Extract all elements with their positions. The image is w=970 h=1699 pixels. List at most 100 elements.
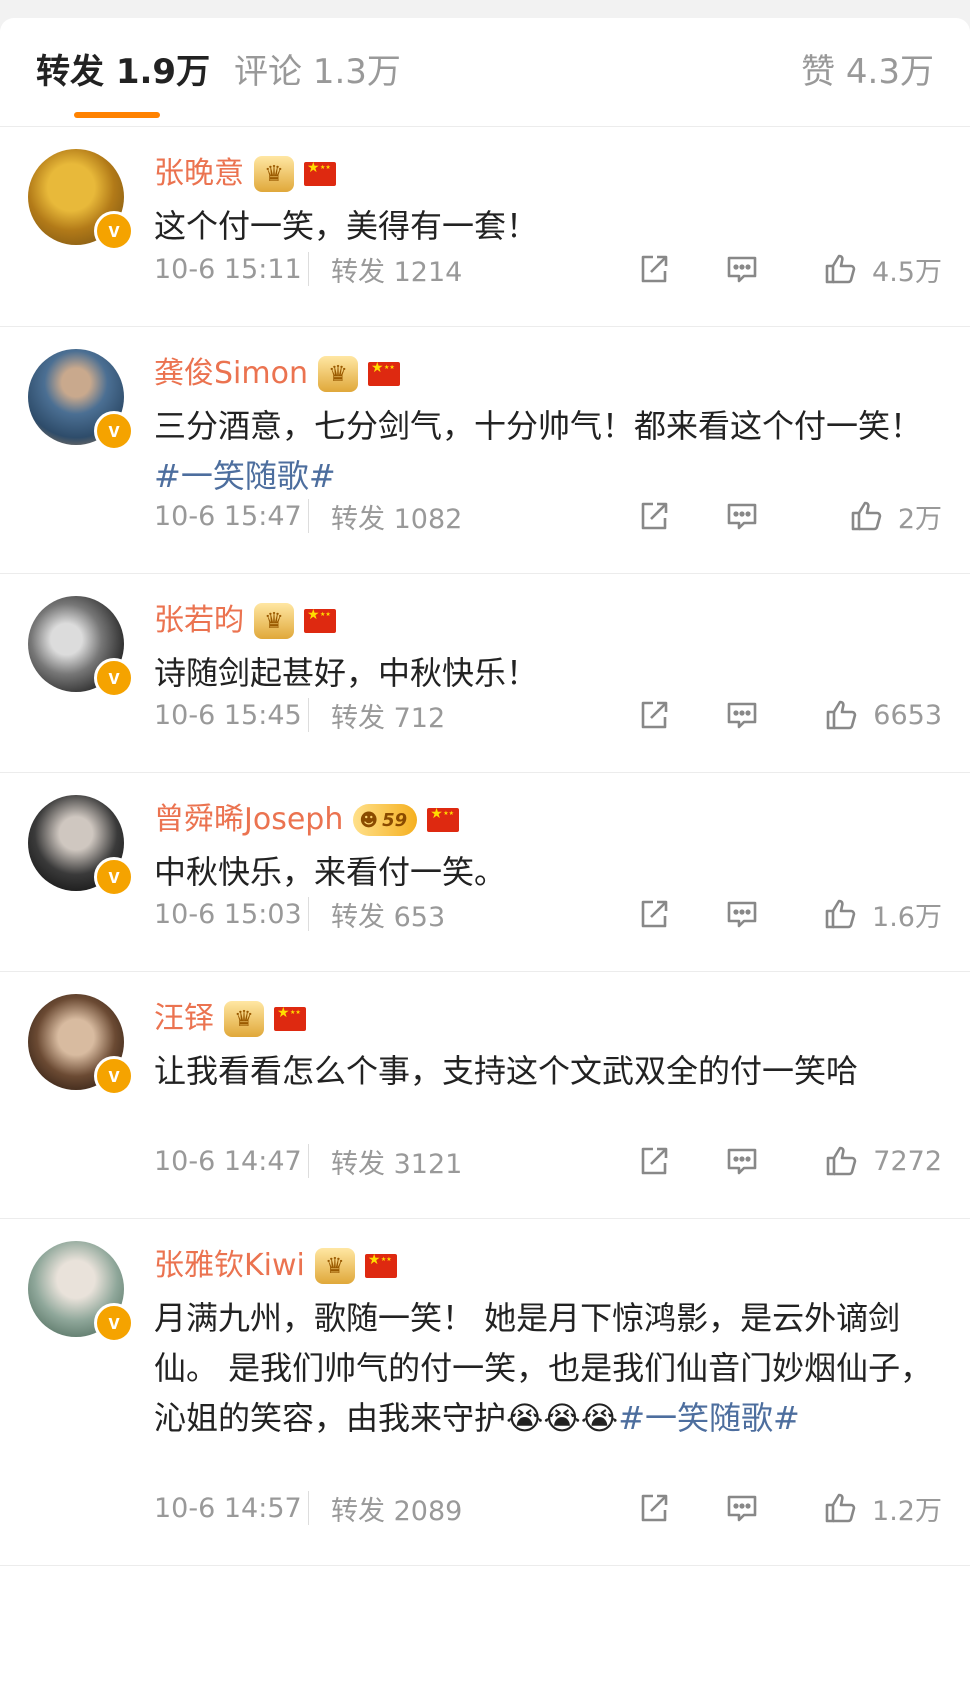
tab-bar: 转发 1.9万 评论 1.3万 赞 4.3万 [0,18,970,127]
avatar[interactable]: v [28,149,134,251]
crown-badge-icon[interactable]: ♛ [317,356,358,392]
share-icon[interactable] [636,896,672,932]
meta-row: 10-6 15:45 转发 712 6653 [154,695,942,735]
repost-item: v 龚俊Simon♛ 三分酒意，七分剑气，十分帅气！都来看这个付一笑！ #一笑随歌# 1… [0,327,970,574]
like-button[interactable]: 1.2万 [818,1489,942,1528]
repost-text[interactable]: 这个付一笑，美得有一套！ [154,201,934,251]
comment-icon[interactable] [724,1143,760,1179]
comment-icon[interactable] [724,251,760,287]
username[interactable]: 张晚意 [154,152,244,196]
repost-count-value: 1214 [393,256,463,288]
timestamp: 10-6 14:47 [154,1145,302,1177]
share-icon[interactable] [636,1490,672,1526]
china-flag-icon [367,360,400,386]
repost-text[interactable]: 诗随剑起甚好，中秋快乐！ [154,648,934,698]
repost-count-value: 1082 [393,503,463,535]
like-count: 4.5万 [872,256,942,288]
like-count: 1.2万 [872,1495,942,1527]
repost-item: v 张雅钦Kiwi♛ 月满九州，歌随一笑！ 她是月下惊鸿影，是云外谪剑仙。 是我们帅… [0,1219,970,1566]
china-flag-icon [304,160,336,186]
share-icon[interactable] [636,697,672,733]
like-button[interactable]: 7272 [818,1143,942,1179]
level-badge-icon[interactable]: ☻ 59 [353,804,418,836]
repost-text[interactable]: 让我看看怎么个事，支持这个文武双全的付一笑哈 [154,1046,934,1096]
tab-comments[interactable]: 评论 1.3万 [234,52,401,92]
tab-reposts[interactable]: 转发 1.9万 [36,52,210,92]
timestamp: 10-6 15:03 [154,898,302,930]
like-count: 1.6万 [872,901,942,933]
timestamp: 10-6 14:57 [154,1492,302,1524]
username[interactable]: 曾舜晞Joseph [154,798,343,842]
like-button[interactable]: 4.5万 [818,250,942,289]
meta-row: 10-6 15:47 转发 1082 2万 [154,496,942,536]
hashtag-link[interactable]: #一笑随歌# [154,457,336,495]
comment-icon[interactable] [724,896,760,932]
repost-list: v张晚意♛这个付一笑，美得有一套！10-6 15:11转发 12144.5万v龚… [0,127,970,1566]
like-button[interactable]: 1.6万 [818,895,942,934]
divider [308,897,309,931]
tab-comments-label: 评论 [234,52,302,92]
like-icon [822,896,858,932]
avatar[interactable]: v [28,994,134,1096]
repost-body: 让我看看怎么个事，支持这个文武双全的付一笑哈 [154,1052,859,1090]
china-flag-icon [274,1005,306,1031]
username[interactable]: 汪铎 [154,997,214,1041]
share-icon[interactable] [636,1143,672,1179]
name-line: 张雅钦Kiwi ♛ [154,1243,397,1289]
action-icons: 1.6万 [636,895,942,934]
timestamp: 10-6 15:45 [154,699,302,731]
tab-likes[interactable]: 赞 4.3万 [801,52,934,92]
like-button[interactable]: 6653 [818,697,942,733]
name-line: 龚俊Simon ♛ [154,351,400,397]
china-flag-icon [304,607,336,633]
repost-count: 转发 1082 [331,497,462,536]
crown-badge-icon[interactable]: ♛ [254,603,294,639]
verified-v-icon: v [94,1056,134,1096]
name-line: 张若昀 ♛ [154,598,336,644]
astronaut-icon: ☻ [359,809,379,831]
meta-row: 10-6 14:47 转发 3121 7272 [154,1141,942,1181]
tab-reposts-label: 转发 [36,52,104,92]
repost-body: 月满九州，歌随一笑！ 她是月下惊鸿影，是云外谪剑仙。 是我们帅气的付一笑，也是我… [154,1299,933,1437]
verified-v-icon: v [94,1303,134,1343]
china-flag-icon [427,806,460,832]
avatar[interactable]: v [28,596,134,698]
comment-icon[interactable] [724,498,760,534]
avatar[interactable]: v [28,795,134,897]
repost-count-label: 转发 [331,1495,385,1527]
repost-count-value: 712 [393,702,446,734]
repost-body: 三分酒意，七分剑气，十分帅气！都来看这个付一笑！ [154,407,923,445]
divider [308,499,309,533]
crown-badge-icon[interactable]: ♛ [254,156,294,192]
crown-badge-icon[interactable]: ♛ [224,1001,264,1037]
like-button[interactable]: 2万 [818,497,942,536]
avatar[interactable]: v [28,1241,134,1343]
repost-text[interactable]: 中秋快乐，来看付一笑。 [154,847,934,897]
share-icon[interactable] [636,251,672,287]
repost-count-label: 转发 [331,702,385,734]
tab-likes-label: 赞 [801,52,836,92]
repost-count: 转发 2089 [331,1489,462,1528]
repost-item: v 曾舜晞Joseph ☻59 中秋快乐，来看付一笑。 10-6 15:03 转发 653… [0,773,970,972]
comment-icon[interactable] [724,1490,760,1526]
username[interactable]: 龚俊Simon [154,352,308,396]
username[interactable]: 张雅钦Kiwi [154,1244,305,1288]
like-count: 2万 [897,503,942,535]
repost-text[interactable]: 三分酒意，七分剑气，十分帅气！都来看这个付一笑！ #一笑随歌# [154,401,934,501]
avatar[interactable]: v [28,349,134,451]
share-icon[interactable] [636,498,672,534]
verified-v-icon: v [94,658,134,698]
divider [308,1491,309,1525]
divider [308,252,309,286]
crown-badge-icon[interactable]: ♛ [314,1248,355,1284]
comment-icon[interactable] [724,697,760,733]
name-line: 汪铎 ♛ [154,996,306,1042]
hashtag-link[interactable]: #一笑随歌# [618,1399,800,1437]
repost-count: 转发 3121 [331,1142,462,1181]
level-number: 59 [382,809,408,831]
repost-text[interactable]: 月满九州，歌随一笑！ 她是月下惊鸿影，是云外谪剑仙。 是我们帅气的付一笑，也是我… [154,1293,934,1443]
username[interactable]: 张若昀 [154,599,244,643]
action-icons: 6653 [636,697,942,733]
repost-count-label: 转发 [331,256,385,288]
action-icons: 1.2万 [636,1489,942,1528]
